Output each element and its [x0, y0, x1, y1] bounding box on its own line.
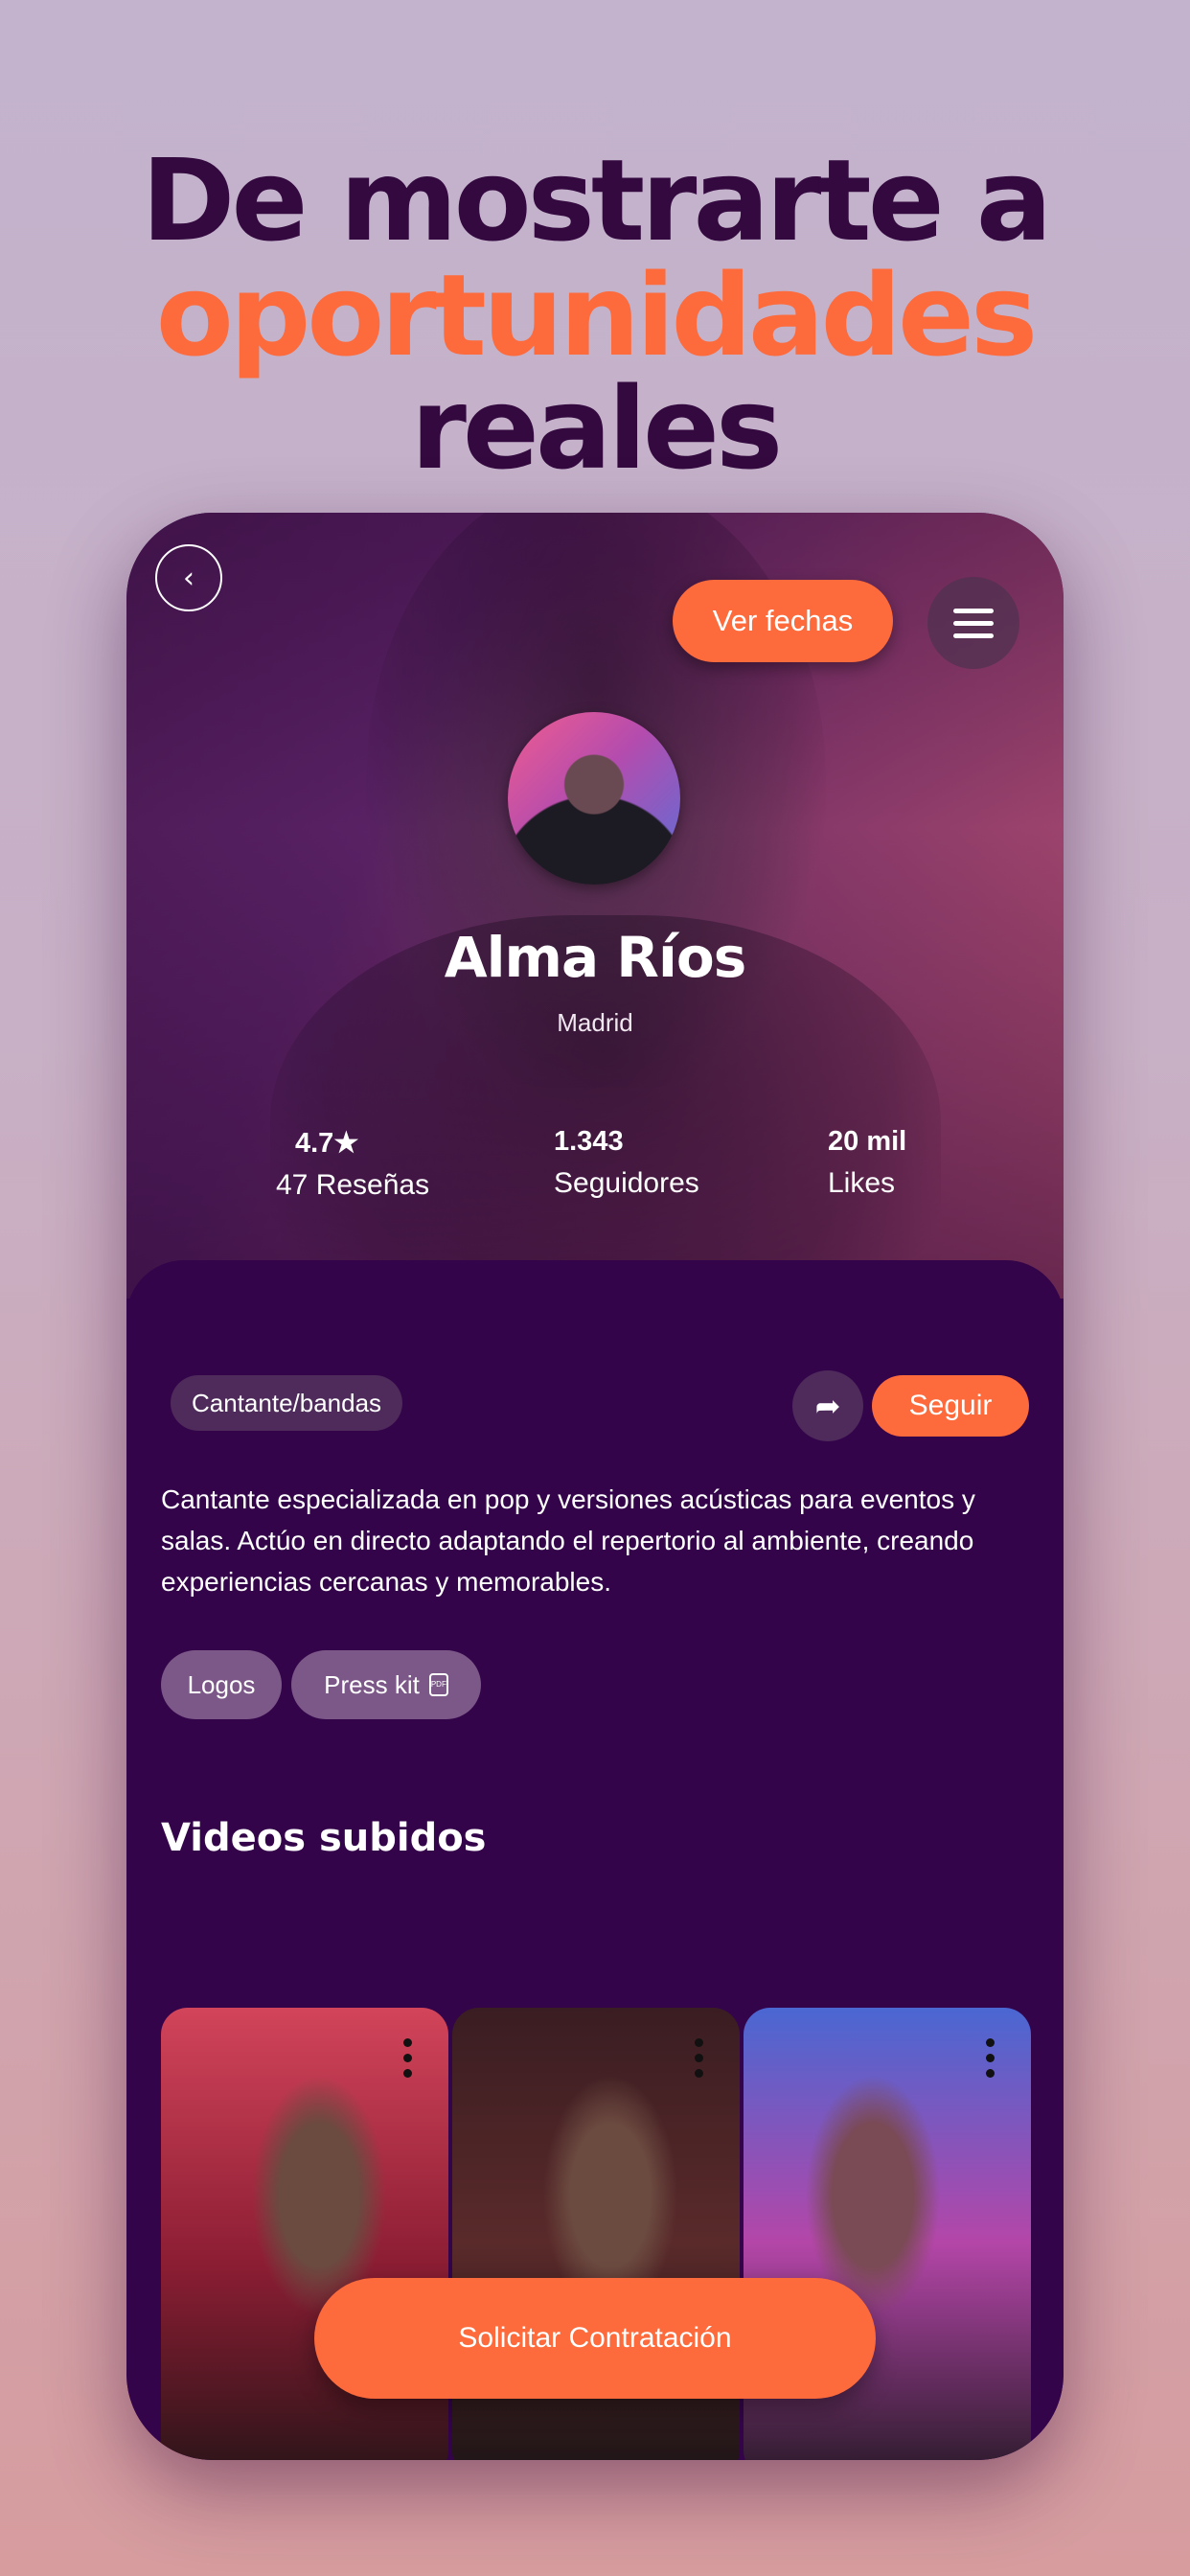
stat-followers-value: 1.343: [554, 1126, 624, 1157]
headline-line-2: oportunidades reales: [0, 259, 1190, 485]
stat-followers-label: Seguidores: [554, 1167, 699, 1199]
headline-line-1: De mostrarte a: [141, 134, 1053, 266]
solicitar-contratacion-button[interactable]: Solicitar Contratación: [314, 2278, 876, 2399]
profile-bio: Cantante especializada en pop y versione…: [161, 1484, 975, 1597]
profile-city: Madrid: [557, 1008, 633, 1037]
seguir-button[interactable]: Seguir: [872, 1375, 1029, 1437]
headline: De mostrarte a oportunidades reales: [0, 144, 1190, 485]
chevron-left-icon: ‹: [183, 561, 195, 595]
press-kit-label: Press kit: [324, 1669, 420, 1699]
stat-reviews[interactable]: 4.7★ 47 Reseñas: [276, 1126, 429, 1202]
hero-photo: ‹ Ver fechas Alma Ríos Madrid 4.7★ 47 Re…: [126, 513, 1064, 1375]
pdf-file-icon: PDF: [428, 1673, 448, 1696]
more-vertical-icon[interactable]: [695, 2038, 703, 2078]
category-tag[interactable]: Cantante/bandas: [171, 1375, 403, 1431]
headline-rest: reales: [410, 362, 784, 494]
ver-fechas-button[interactable]: Ver fechas: [673, 580, 893, 662]
share-button[interactable]: ➦: [792, 1370, 863, 1441]
stat-reviews-label: 47 Reseñas: [276, 1169, 430, 1201]
stat-followers[interactable]: 1.343 Seguidores: [554, 1126, 699, 1200]
stat-likes[interactable]: 20 mil Likes: [828, 1126, 906, 1200]
back-button[interactable]: ‹: [155, 544, 222, 611]
phone-mockup: ‹ Ver fechas Alma Ríos Madrid 4.7★ 47 Re…: [126, 513, 1064, 2460]
logos-label: Logos: [187, 1669, 256, 1699]
avatar[interactable]: [508, 712, 680, 885]
stat-likes-label: Likes: [828, 1167, 896, 1199]
more-vertical-icon[interactable]: [403, 2038, 412, 2078]
videos-section-title: Videos subidos: [161, 1816, 487, 1860]
menu-button[interactable]: [927, 577, 1019, 669]
share-arrow-icon: ➦: [814, 1389, 841, 1423]
press-kit-button[interactable]: Press kit PDF: [291, 1650, 481, 1719]
stat-reviews-value: 4.7★: [295, 1128, 359, 1159]
more-vertical-icon[interactable]: [986, 2038, 995, 2078]
logos-button[interactable]: Logos: [161, 1650, 282, 1719]
profile-name: Alma Ríos: [444, 925, 746, 990]
stat-likes-value: 20 mil: [828, 1126, 907, 1157]
hamburger-menu-icon: [953, 608, 994, 638]
